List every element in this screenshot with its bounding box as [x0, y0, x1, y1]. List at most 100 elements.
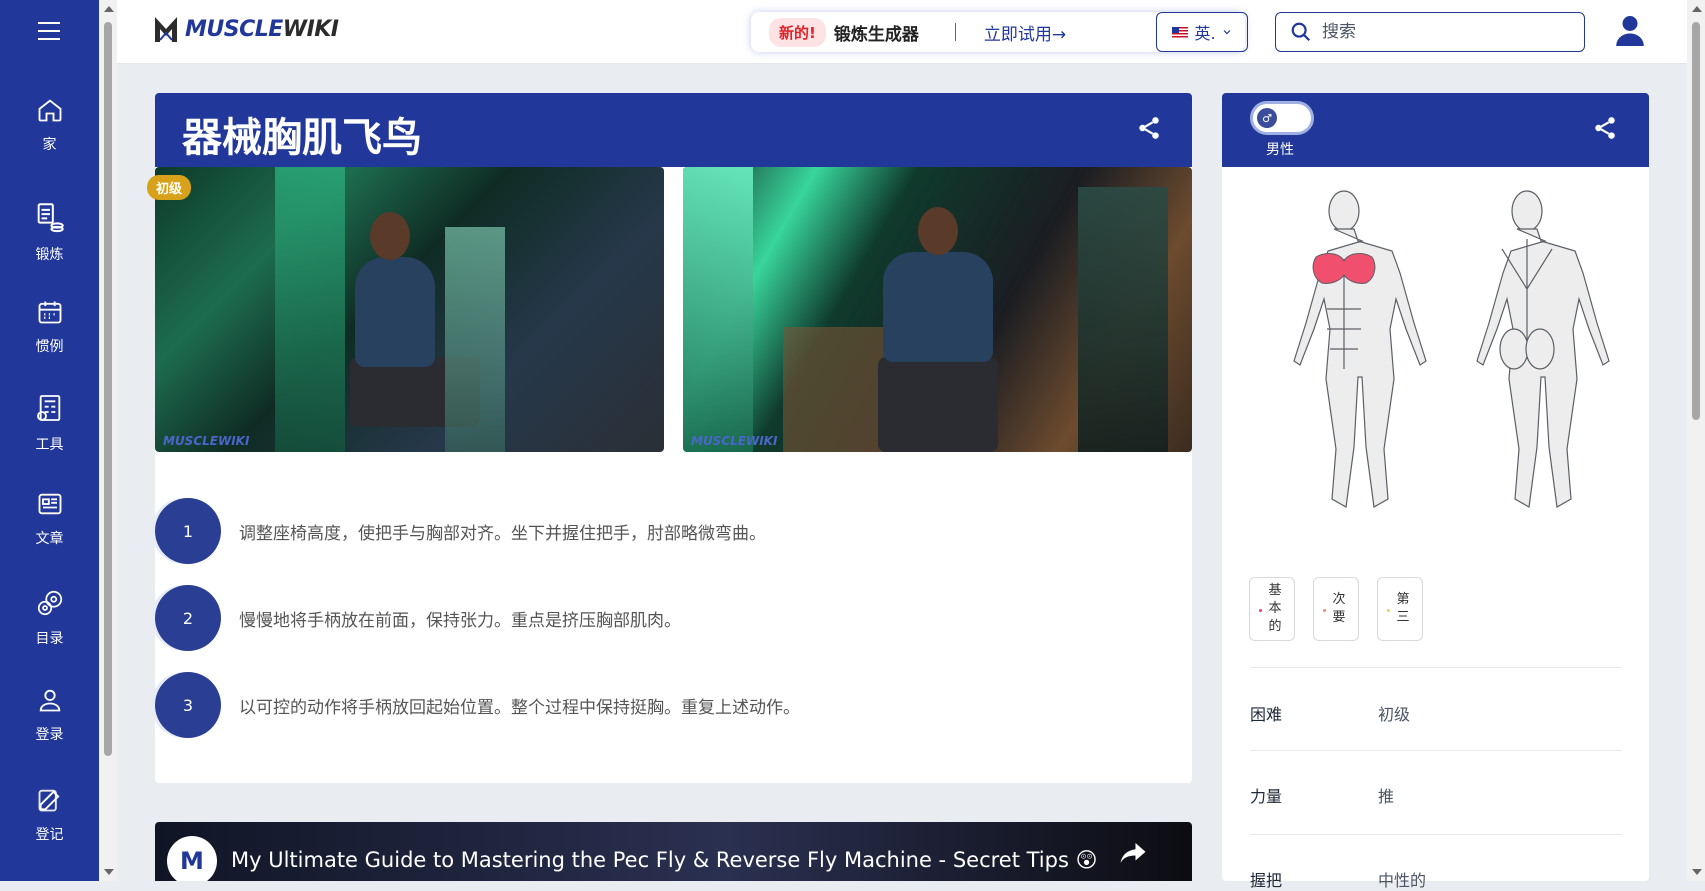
sidebar-item-home[interactable]: 家	[0, 96, 99, 154]
new-badge: 新的!	[769, 17, 826, 47]
difficulty-label: 困难	[1250, 705, 1283, 724]
hamburger-menu-icon[interactable]	[38, 22, 60, 40]
back-body-figure	[1476, 190, 1610, 508]
sidebar-item-label: 惯例	[35, 339, 64, 355]
share-icon[interactable]	[1136, 115, 1162, 141]
divider	[1250, 750, 1622, 751]
scroll-up-arrow-icon[interactable]	[104, 6, 114, 12]
sidebar-item-tools[interactable]: 工具	[0, 392, 99, 454]
language-selector[interactable]: 英.	[1156, 12, 1248, 52]
youtube-share-icon[interactable]	[1118, 840, 1148, 866]
channel-avatar[interactable]: M	[167, 836, 217, 881]
article-icon	[38, 493, 61, 515]
muscle-toggle-label: 基本的	[1268, 583, 1282, 634]
difficulty-badge: 初级	[147, 175, 192, 200]
sidebar-item-label: 工具	[35, 437, 64, 453]
exercise-video-side[interactable]: MUSCLEWIKI	[155, 167, 664, 452]
scroll-up-arrow-icon[interactable]	[1692, 6, 1702, 12]
grip-value: 中性的	[1378, 871, 1427, 890]
exercise-card: 器械胸肌飞鸟 初级 MUSCLEWIKI MUSCLEWIKI 1 调整座椅高度…	[147, 93, 1192, 783]
sidebar-item-routines[interactable]: 惯例	[0, 298, 99, 356]
sidebar-item-directory[interactable]: 目录	[0, 588, 99, 648]
instruction-step: 3 以可控的动作将手柄放回起始位置。整个过程中保持挺胸。重复上述动作。	[155, 672, 800, 738]
top-bar: MUSCLEWIKI 新的! 锻炼生成器 立即试用→ 英.	[117, 0, 1687, 64]
step-number: 2	[155, 585, 221, 651]
promo-title: 锻炼生成器	[833, 24, 919, 45]
logo-m-icon	[155, 17, 177, 42]
step-text: 慢慢地将手柄放在前面，保持张力。重点是挤压胸部肌肉。	[239, 610, 681, 631]
search-icon	[1291, 22, 1311, 42]
page-scrollbar[interactable]	[1687, 0, 1705, 881]
sidebar-item-label: 家	[42, 137, 57, 153]
language-label: 英.	[1194, 24, 1216, 43]
sidebar-item-label: 锻炼	[35, 247, 64, 263]
male-symbol-icon: ♂	[1257, 108, 1277, 128]
force-value: 推	[1378, 787, 1395, 806]
directory-icon	[37, 590, 62, 616]
youtube-embed[interactable]: M My Ultimate Guide to Mastering the Pec…	[155, 822, 1192, 881]
exercise-title: 器械胸肌飞鸟	[182, 115, 422, 161]
scrollbar-thumb[interactable]	[1692, 22, 1700, 420]
step-number: 3	[155, 672, 221, 738]
edit-icon	[38, 789, 59, 812]
muscle-anatomy-diagram[interactable]	[1252, 189, 1622, 529]
video-watermark: MUSCLEWIKI	[691, 434, 778, 448]
muscle-toggle-label: 第三	[1396, 592, 1410, 625]
scroll-down-arrow-icon[interactable]	[1692, 869, 1702, 875]
user-icon	[39, 689, 60, 712]
sidebar-item-register[interactable]: 登记	[0, 786, 99, 844]
sidebar: 家 锻炼 惯例 工具 文章 目录 登录 登记	[0, 0, 99, 881]
video-watermark: MUSCLEWIKI	[163, 434, 250, 448]
primary-muscle-toggle[interactable]: 基本的	[1249, 577, 1295, 641]
sidebar-item-login[interactable]: 登录	[0, 686, 99, 744]
sidebar-item-articles[interactable]: 文章	[0, 490, 99, 548]
workout-icon	[37, 203, 64, 233]
sidebar-item-label: 登记	[35, 827, 64, 843]
tertiary-dot-icon	[1387, 609, 1390, 612]
front-body-figure	[1293, 190, 1427, 508]
divider	[1250, 667, 1622, 668]
instruction-step: 1 调整座椅高度，使把手与胸部对齐。坐下并握住把手，肘部略微弯曲。	[155, 498, 766, 564]
step-text: 调整座椅高度，使把手与胸部对齐。坐下并握住把手，肘部略微弯曲。	[239, 523, 766, 544]
step-text: 以可控的动作将手柄放回起始位置。整个过程中保持挺胸。重复上述动作。	[239, 697, 800, 718]
share-icon[interactable]	[1592, 115, 1618, 141]
instruction-step: 2 慢慢地将手柄放在前面，保持张力。重点是挤压胸部肌肉。	[155, 585, 681, 651]
sidebar-item-workouts[interactable]: 锻炼	[0, 200, 99, 264]
step-number: 1	[155, 498, 221, 564]
search-input[interactable]	[1322, 22, 1562, 42]
exercise-video-front[interactable]: MUSCLEWIKI	[683, 167, 1192, 452]
youtube-video-title[interactable]: My Ultimate Guide to Mastering the Pec F…	[231, 848, 1097, 872]
home-icon	[38, 99, 61, 122]
muscle-info-card: ♂ 男性 基本的 次要 第三 困难 初级 力量 推 握把 中性的	[1222, 93, 1649, 890]
scrollbar-thumb[interactable]	[104, 22, 112, 756]
logo-text-wiki: WIKI	[282, 16, 339, 42]
search-box[interactable]	[1275, 12, 1585, 52]
sidebar-item-label: 登录	[35, 727, 64, 743]
tools-icon	[36, 395, 60, 421]
primary-dot-icon	[1259, 609, 1262, 612]
secondary-dot-icon	[1323, 609, 1326, 612]
exercise-title-bar: 器械胸肌飞鸟	[155, 93, 1192, 167]
difficulty-value: 初级	[1378, 705, 1411, 724]
us-flag-icon	[1172, 26, 1189, 38]
sidebar-item-label: 文章	[35, 531, 64, 547]
chevron-down-icon	[1223, 30, 1230, 35]
sidebar-item-label: 目录	[35, 631, 64, 647]
gender-label: 男性	[1266, 142, 1294, 158]
muscle-toggle-label: 次要	[1332, 592, 1346, 625]
force-label: 力量	[1250, 787, 1283, 806]
gender-toggle[interactable]: ♂	[1250, 101, 1314, 135]
account-icon[interactable]	[1615, 14, 1645, 48]
promo-divider	[954, 23, 956, 41]
calendar-icon	[38, 301, 61, 324]
grip-label: 握把	[1250, 871, 1283, 890]
muscle-card-header: ♂ 男性	[1222, 93, 1649, 167]
try-now-link[interactable]: 立即试用→	[984, 20, 1066, 45]
musclewiki-logo[interactable]: MUSCLEWIKI	[153, 14, 339, 44]
sidebar-scrollbar[interactable]	[99, 0, 117, 881]
secondary-muscle-toggle[interactable]: 次要	[1313, 577, 1359, 641]
tertiary-muscle-toggle[interactable]: 第三	[1377, 577, 1423, 641]
scroll-down-arrow-icon[interactable]	[104, 869, 114, 875]
logo-text-muscle: MUSCLE	[185, 16, 283, 42]
divider	[1250, 834, 1622, 835]
